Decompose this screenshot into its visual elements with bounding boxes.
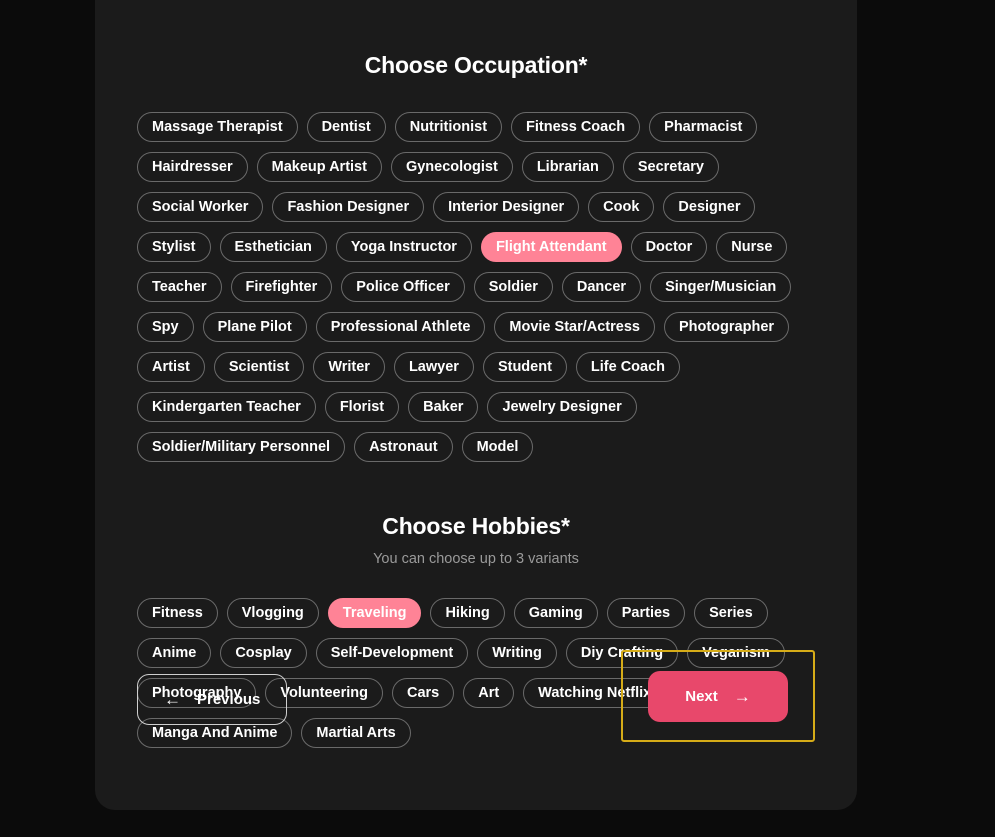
occupation-chip[interactable]: Dancer	[561, 272, 642, 302]
occupation-chip[interactable]: Cook	[588, 192, 655, 222]
occupation-options-group: Massage Therapist Dentist Nutritionist Fitn…	[137, 112, 815, 462]
occupation-chip[interactable]: Kindergarten Teacher	[137, 392, 316, 422]
occupation-chip[interactable]: Stylist	[137, 232, 211, 262]
hobbies-section-title: Choose Hobbies*	[382, 513, 570, 539]
occupation-chip[interactable]: Flight Attendant	[480, 232, 622, 262]
occupation-chip[interactable]: Secretary	[622, 152, 719, 182]
occupation-chip[interactable]: Jewelry Designer	[487, 392, 637, 422]
hobby-chip[interactable]: Vlogging	[226, 598, 319, 628]
occupation-chip[interactable]: Soldier/Military Personnel	[137, 432, 346, 462]
occupation-chip[interactable]: Social Worker	[137, 192, 264, 222]
occupation-chip[interactable]: Firefighter	[230, 272, 333, 302]
occupation-chip[interactable]: Interior Designer	[433, 192, 580, 222]
hobbies-section-subtitle: You can choose up to 3 variants	[373, 551, 579, 567]
occupation-chip[interactable]: Pharmacist	[649, 112, 758, 142]
occupation-chip[interactable]: Artist	[137, 352, 205, 382]
occupation-chip[interactable]: Photographer	[663, 312, 790, 342]
occupation-chip[interactable]: Writer	[313, 352, 385, 382]
occupation-chip[interactable]: Police Officer	[341, 272, 465, 302]
occupation-chip[interactable]: Yoga Instructor	[335, 232, 472, 262]
occupation-chip[interactable]: Movie Star/Actress	[494, 312, 655, 342]
hobby-chip[interactable]: Fitness	[137, 598, 218, 628]
occupation-chip[interactable]: Model	[461, 432, 534, 462]
next-button-label: Next	[685, 687, 718, 705]
occupation-chip[interactable]: Life Coach	[575, 352, 681, 382]
occupation-chip[interactable]: Doctor	[630, 232, 708, 262]
occupation-chip[interactable]: Singer/Musician	[650, 272, 792, 302]
onboarding-form-card: Choose Occupation* Massage Therapist Dent…	[95, 0, 857, 810]
next-button-focus-ring: Next →	[621, 650, 815, 742]
arrow-right-icon: →	[733, 686, 751, 706]
hobby-chip[interactable]: Hiking	[430, 598, 505, 628]
occupation-chip[interactable]: Esthetician	[219, 232, 327, 262]
occupation-chip[interactable]: Florist	[324, 392, 400, 422]
occupation-chip[interactable]: Professional Athlete	[315, 312, 486, 342]
occupation-section-title: Choose Occupation*	[364, 52, 588, 78]
occupation-chip[interactable]: Soldier	[473, 272, 553, 302]
occupation-chip[interactable]: Lawyer	[393, 352, 474, 382]
arrow-left-icon: ←	[164, 690, 181, 709]
occupation-chip[interactable]: Massage Therapist	[137, 112, 298, 142]
occupation-chip[interactable]: Scientist	[213, 352, 305, 382]
occupation-chip[interactable]: Dentist	[306, 112, 386, 142]
previous-button[interactable]: ← Previous	[137, 674, 288, 725]
occupation-chip[interactable]: Plane Pilot	[202, 312, 307, 342]
occupation-chip[interactable]: Designer	[663, 192, 756, 222]
occupation-chip[interactable]: Spy	[137, 312, 194, 342]
occupation-chip[interactable]: Fashion Designer	[272, 192, 425, 222]
previous-button-label: Previous	[197, 691, 261, 708]
occupation-chip[interactable]: Astronaut	[354, 432, 453, 462]
occupation-chip[interactable]: Librarian	[521, 152, 614, 182]
occupation-chip[interactable]: Nurse	[716, 232, 788, 262]
occupation-chip[interactable]: Teacher	[137, 272, 222, 302]
hobby-chip[interactable]: Traveling	[327, 598, 422, 628]
occupation-chip[interactable]: Student	[482, 352, 567, 382]
occupation-chip[interactable]: Nutritionist	[394, 112, 503, 142]
hobby-chip[interactable]: Parties	[606, 598, 686, 628]
occupation-chip[interactable]: Baker	[408, 392, 479, 422]
hobby-chip[interactable]: Series	[694, 598, 768, 628]
hobby-chip[interactable]: Gaming	[513, 598, 598, 628]
occupation-chip[interactable]: Hairdresser	[137, 152, 248, 182]
next-button[interactable]: Next →	[648, 670, 788, 722]
occupation-chip[interactable]: Fitness Coach	[511, 112, 641, 142]
wizard-navigation: ← Previous Next →	[137, 644, 815, 744]
occupation-chip[interactable]: Makeup Artist	[256, 152, 382, 182]
occupation-chip[interactable]: Gynecologist	[390, 152, 513, 182]
